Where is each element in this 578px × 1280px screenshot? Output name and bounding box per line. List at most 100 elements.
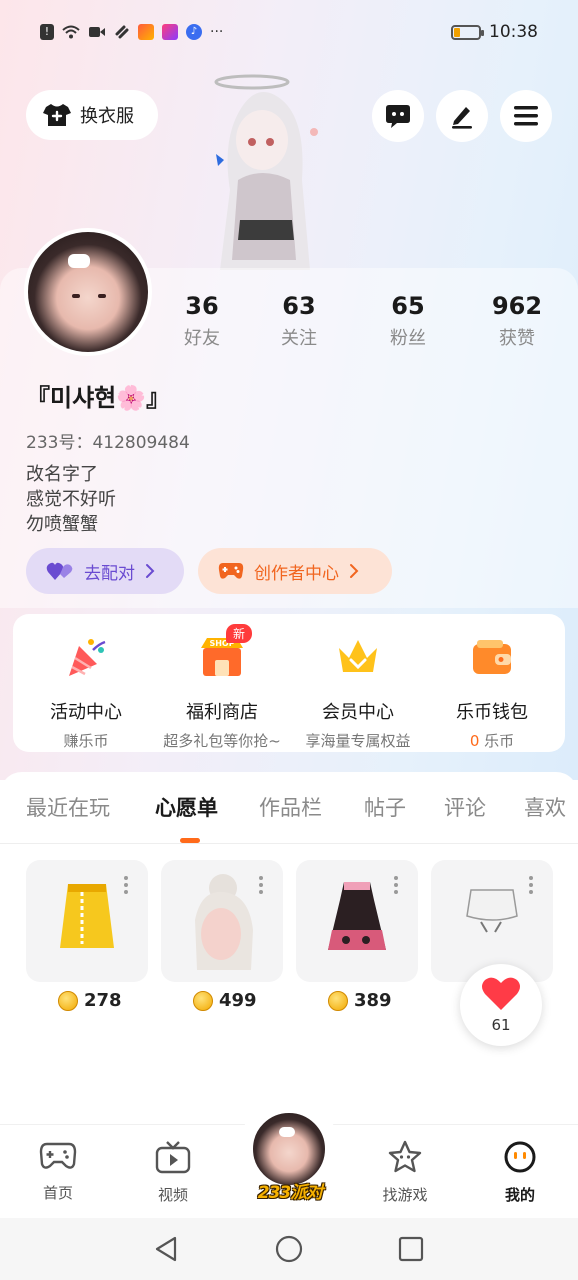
stat-value: 36 [185,292,219,320]
tv-play-icon [155,1141,191,1174]
smile-face-icon [504,1141,536,1173]
status-icons: ! ♪ ··· [40,24,223,40]
tab-wishlist[interactable]: 心愿单 [155,792,218,822]
feature-subtitle: 赚乐币 [63,732,109,750]
creator-center-button[interactable]: 创作者中心 [198,548,392,594]
creator-center-label: 创作者中心 [254,563,339,584]
wifi-icon [62,25,80,39]
stat-label: 好友 [184,328,220,349]
tabs-divider [0,843,578,844]
gamepad-icon [218,563,244,579]
stat-label: 粉丝 [390,328,426,349]
wishlist-item-top[interactable] [431,860,553,982]
battery-icon [451,24,484,40]
more-options-icon[interactable] [124,876,128,897]
coin-wallet-item[interactable]: 乐币钱包 0 乐币 [423,634,561,751]
status-right: 10:38 [451,22,538,42]
stat-label: 关注 [281,328,317,349]
tab-comments[interactable]: 评论 [444,792,486,822]
star-icon [388,1140,422,1173]
profile-avatar[interactable] [24,228,152,356]
feature-subtitle: 超多礼包等你抢~ [163,732,281,750]
crown-icon [339,640,377,672]
change-outfit-button[interactable]: 换衣服 [26,90,158,140]
wishlist-price: 499 [193,990,257,1011]
like-float-button[interactable]: 61 [460,964,542,1046]
status-bar: ! ♪ ··· 10:38 [0,18,578,52]
feature-subtitle: 0 乐币 [423,730,561,751]
chevron-right-icon [350,564,359,578]
username: 『미샤현🌸』 [26,384,171,412]
black-dress-image [328,882,386,950]
home-icon[interactable] [275,1235,303,1263]
coin-unit: 乐币 [479,732,515,750]
welfare-shop-item[interactable]: SHOP 福利商店 超多礼包等你抢~ [153,634,291,751]
price-value: 499 [219,990,257,1011]
tab-recently-played[interactable]: 最近在玩 [26,792,110,822]
bio-line: 感觉不好听 [26,489,116,510]
lala-icon [162,24,178,40]
match-label: 去配对 [84,563,135,584]
feature-subtitle: 享海量专属权益 [305,732,411,750]
party-label[interactable]: 233派对 [250,1178,330,1203]
party-avatar-button[interactable] [250,1110,328,1188]
chat-button[interactable] [372,90,424,142]
chat-icon [386,105,410,128]
edit-icon [452,107,472,129]
features-panel: 活动中心 赚乐币 SHOP 福利商店 超多礼包等你抢~ 会员中心 享海量专属权益… [13,614,565,752]
stat-value: 65 [391,292,425,320]
price-value: 389 [354,990,392,1011]
vip-center-item[interactable]: 会员中心 享海量专属权益 [289,634,427,751]
bio: 改名字了 感觉不好听 勿喷蟹蟹 [26,462,116,537]
stat-following[interactable]: 63 关注 [259,292,339,350]
back-icon[interactable] [153,1235,179,1263]
hearts-icon [46,562,73,580]
tab-posts[interactable]: 帖子 [364,792,406,822]
more-options-icon[interactable] [394,876,398,897]
gamepad-icon [39,1142,77,1169]
activity-center-item[interactable]: 活动中心 赚乐币 [17,634,155,751]
new-badge: 新 [226,624,253,643]
more-options-icon[interactable] [529,876,533,897]
wishlist-price: 278 [58,990,122,1011]
recents-icon[interactable] [398,1236,424,1262]
like-count: 61 [491,1016,511,1034]
feature-title: 福利商店 [186,702,258,723]
stat-value: 63 [282,292,316,320]
profile-tabs: 最近在玩 心愿单 作品栏 帖子 评论 喜欢 [0,792,578,828]
wishlist-item-dress[interactable] [296,860,418,982]
heart-icon [482,977,520,1010]
avatar-photo [28,232,148,352]
nav-find-games[interactable]: 找游戏 [365,1140,445,1205]
stat-label: 获赞 [499,328,535,349]
coin-icon [328,990,348,1011]
video-icon [89,27,105,37]
feature-title: 会员中心 [322,702,394,723]
match-button[interactable]: 去配对 [26,548,184,594]
more-options-icon[interactable] [259,876,263,897]
user-id[interactable]: 233号：412809484 [26,428,190,453]
nav-home[interactable]: 首页 [18,1140,98,1203]
alert-icon: ! [40,24,54,40]
chevron-right-icon [146,564,155,578]
link-icon [115,25,129,39]
stat-fans[interactable]: 65 粉丝 [368,292,448,350]
stat-friends[interactable]: 36 好友 [162,292,242,350]
stat-likes[interactable]: 962 获赞 [477,292,557,350]
nav-me[interactable]: 我的 [480,1140,560,1205]
nav-label: 我的 [504,1186,535,1204]
tab-works[interactable]: 作品栏 [259,792,322,822]
wishlist-price: 389 [328,990,392,1011]
bio-line: 改名字了 [26,464,98,485]
yellow-skirt-image [60,884,114,948]
nav-label: 找游戏 [382,1186,428,1204]
bio-line: 勿喷蟹蟹 [26,514,98,535]
party-popper-icon [69,639,106,676]
wishlist-item-hair[interactable] [161,860,283,982]
edit-profile-button[interactable] [436,90,488,142]
more-indicator: ··· [210,24,224,40]
nav-video[interactable]: 视频 [133,1140,213,1205]
menu-button[interactable] [500,90,552,142]
tab-likes[interactable]: 喜欢 [524,792,566,822]
wishlist-item-skirt[interactable] [26,860,148,982]
